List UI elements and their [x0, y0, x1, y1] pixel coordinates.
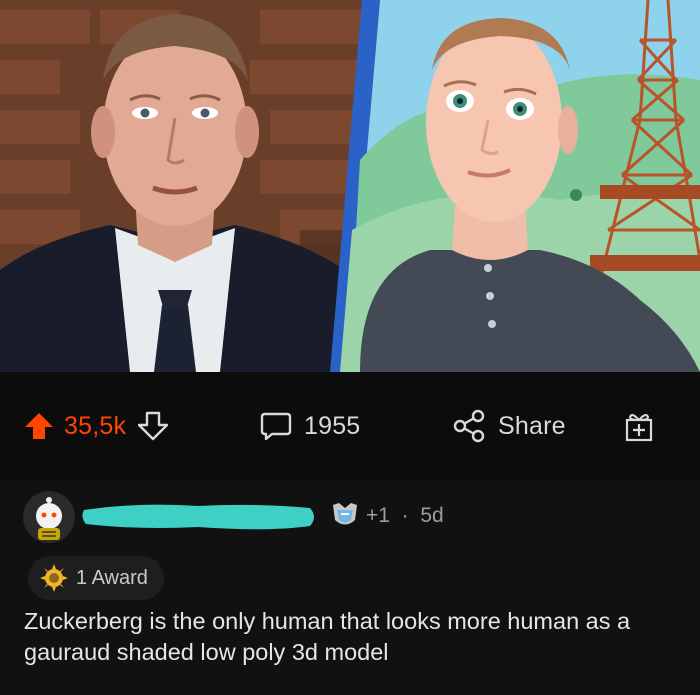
comment-bubble-icon	[260, 412, 292, 441]
award-icon	[625, 414, 653, 442]
comment-card: +1 · 5d 1 Award Zuckerberg is the only h…	[0, 480, 700, 695]
comments-button[interactable]: 1955	[260, 372, 360, 480]
comment-meta: +1 · 5d	[366, 504, 444, 527]
award-count: +1	[366, 504, 390, 527]
sun-award-icon	[40, 564, 68, 592]
comment-body: Zuckerberg is the only human that looks …	[24, 608, 631, 665]
silver-award-icon	[333, 503, 357, 525]
username-redacted[interactable]	[78, 500, 318, 534]
share-label: Share	[498, 411, 566, 440]
vote-control: 35,5k	[24, 372, 169, 480]
vote-score: 35,5k	[64, 411, 127, 440]
post-action-bar: 35,5k 1955 Share	[0, 372, 700, 480]
award-label: 1 Award	[76, 566, 148, 589]
downvote-arrow-icon[interactable]	[138, 411, 169, 441]
comment-age: 5d	[420, 504, 444, 527]
award-badge[interactable]: 1 Award	[28, 556, 164, 600]
comments-count: 1955	[304, 411, 361, 440]
right-avatar-panel	[340, 0, 700, 372]
upvote-arrow-icon[interactable]	[24, 411, 54, 441]
post-image[interactable]	[0, 0, 700, 372]
avatar[interactable]	[22, 490, 76, 544]
share-button[interactable]: Share	[452, 372, 566, 480]
share-icon	[453, 409, 485, 443]
give-award-button[interactable]	[624, 372, 654, 480]
left-photo-panel	[0, 0, 370, 372]
